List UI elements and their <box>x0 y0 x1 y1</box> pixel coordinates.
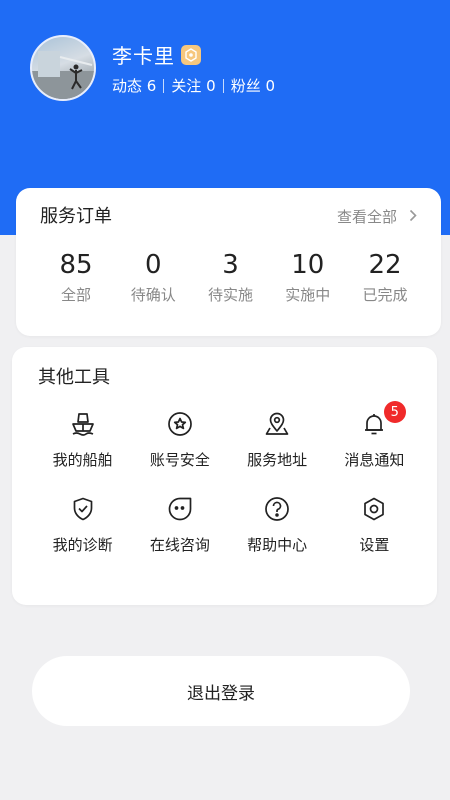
order-stat-completed[interactable]: 22 已完成 <box>347 248 423 305</box>
order-stat-all[interactable]: 85 全部 <box>38 248 114 305</box>
chat-face-icon <box>165 494 195 524</box>
tool-help-center[interactable]: 帮助中心 <box>229 494 326 555</box>
profile-stats: 动态 6 关注 0 粉丝 0 <box>112 75 275 96</box>
service-orders-card: 服务订单 查看全部 85 全部 0 待确认 3 待实施 10 实施中 22 已完… <box>16 188 441 336</box>
tools-title: 其他工具 <box>38 367 110 388</box>
help-icon <box>262 494 292 524</box>
tool-service-address[interactable]: 服务地址 <box>229 409 326 470</box>
tool-my-ships[interactable]: 我的船舶 <box>34 409 131 470</box>
avatar[interactable] <box>30 35 96 101</box>
orders-title: 服务订单 <box>40 206 112 227</box>
settings-hex-icon <box>359 494 389 524</box>
profile-section: 李卡里 动态 6 关注 0 粉丝 0 <box>30 35 275 101</box>
stat-followers[interactable]: 粉丝 0 <box>231 75 275 96</box>
divider <box>222 78 224 93</box>
divider <box>163 78 165 93</box>
order-stat-pending-implement[interactable]: 3 待实施 <box>193 248 269 305</box>
shield-star-icon <box>165 409 195 439</box>
logout-button[interactable]: 退出登录 <box>32 656 410 726</box>
chevron-right-icon <box>409 208 417 226</box>
order-stat-pending-confirm[interactable]: 0 待确认 <box>115 248 191 305</box>
location-map-icon <box>262 409 292 439</box>
order-stat-in-progress[interactable]: 10 实施中 <box>270 248 346 305</box>
ship-icon <box>68 409 98 439</box>
user-name: 李卡里 <box>112 44 175 68</box>
tool-online-consult[interactable]: 在线咨询 <box>131 494 228 555</box>
view-all-link[interactable]: 查看全部 <box>337 206 417 227</box>
notification-badge: 5 <box>383 401 406 423</box>
tool-account-security[interactable]: 账号安全 <box>131 409 228 470</box>
other-tools-card: 其他工具 我的船舶 账号安全 服务地址 5 消息通知 我的诊断 在线咨询 帮助中… <box>12 347 437 605</box>
vip-badge-icon <box>181 44 201 65</box>
stat-following[interactable]: 关注 0 <box>171 75 215 96</box>
tool-my-diagnosis[interactable]: 我的诊断 <box>34 494 131 555</box>
shield-check-icon <box>68 494 98 524</box>
stat-posts[interactable]: 动态 6 <box>112 75 156 96</box>
tool-notifications[interactable]: 5 消息通知 <box>326 401 423 470</box>
tool-settings[interactable]: 设置 <box>326 494 423 555</box>
